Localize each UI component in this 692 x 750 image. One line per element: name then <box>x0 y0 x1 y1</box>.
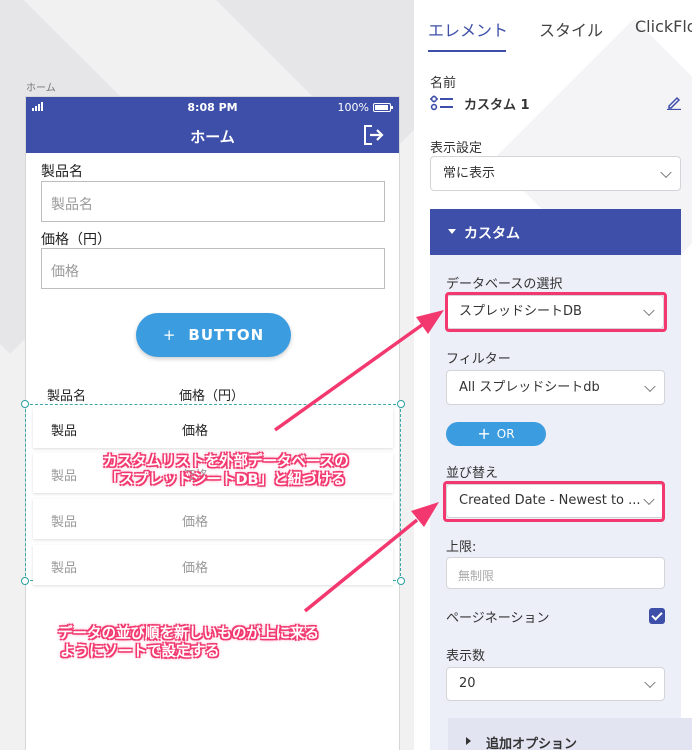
cell-price: 価格 <box>182 424 209 439</box>
element-name: カスタム 1 <box>430 94 530 113</box>
custom-section-title: カスタム <box>464 226 520 242</box>
plus-icon: + <box>162 326 177 344</box>
resize-handle[interactable] <box>397 577 405 585</box>
add-or-filter-button[interactable]: + OR <box>446 422 546 446</box>
tab-clickflow[interactable]: ClickFlo <box>635 17 692 36</box>
active-tab-indicator <box>428 50 506 52</box>
highlight-sort-select <box>443 481 665 522</box>
per-page-select[interactable]: 20 <box>446 667 665 701</box>
property-panel: エレメント スタイル ClickFlo 名前 カスタム 1 表示設定 常に表示 … <box>414 0 692 750</box>
collapse-triangle-icon <box>448 229 456 234</box>
app-navbar: ホーム <box>26 117 399 153</box>
extra-options-toggle[interactable]: 追加オプション <box>448 718 692 750</box>
edit-icon[interactable] <box>666 94 682 110</box>
list-icon <box>430 95 453 111</box>
limit-input[interactable]: 無制限 <box>446 557 665 589</box>
visibility-value: 常に表示 <box>443 166 496 181</box>
price-input[interactable]: 価格 <box>41 248 385 289</box>
product-name-input[interactable]: 製品名 <box>41 181 385 222</box>
chevron-down-icon <box>660 166 672 178</box>
list-row[interactable]: 製品 価格 <box>33 545 393 585</box>
callout-line: 「スプレッドシートDB」と紐づける <box>105 472 346 488</box>
product-name-label: 製品名 <box>41 164 83 180</box>
element-name-text: カスタム 1 <box>464 97 530 113</box>
cell-product: 製品 <box>51 469 78 484</box>
callout-database: カスタムリストを外部データベースの 「スプレッドシートDB」と紐づける <box>103 453 349 489</box>
callout-sort: データの並び順を新しいものが上に来る ようにソートで設定する <box>58 625 319 661</box>
name-label: 名前 <box>430 76 457 91</box>
battery-icon <box>373 103 393 112</box>
chevron-down-icon <box>644 676 656 689</box>
status-bar: 8:08 PM 100% <box>26 97 399 117</box>
column-header-price: 価格（円） <box>179 389 245 404</box>
plus-icon: + <box>477 424 491 443</box>
callout-line: データの並び順を新しいものが上に来る <box>58 626 319 642</box>
visibility-select[interactable]: 常に表示 <box>430 156 681 191</box>
nav-title: ホーム <box>190 128 235 146</box>
resize-handle[interactable] <box>21 577 29 585</box>
screen-label: ホーム <box>26 83 56 94</box>
custom-section-header[interactable]: カスタム <box>430 209 681 255</box>
cell-price: 価格 <box>182 561 209 576</box>
highlight-database-select <box>445 292 667 332</box>
per-page-value: 20 <box>459 676 476 691</box>
filter-select[interactable]: All スプレッドシートdb <box>446 370 665 405</box>
resize-handle[interactable] <box>21 400 29 408</box>
list-row[interactable]: 製品 価格 <box>33 499 393 539</box>
list-row[interactable]: 製品 価格 <box>33 408 393 448</box>
or-button-label: OR <box>496 427 515 441</box>
callout-line: カスタムリストを外部データベースの <box>103 454 349 470</box>
sort-label: 並び替え <box>446 466 499 481</box>
tab-style[interactable]: スタイル <box>539 17 603 41</box>
custom-list[interactable]: 製品 価格 製品 価格 製品 価格 製品 価格 <box>21 400 405 585</box>
filter-value: All スプレッドシートdb <box>459 380 600 395</box>
pagination-label: ページネーション <box>446 611 550 626</box>
cell-price: 価格 <box>182 515 209 530</box>
price-label: 価格（円） <box>41 232 111 248</box>
add-button-label: BUTTON <box>188 326 265 344</box>
pagination-checkbox[interactable] <box>649 608 665 624</box>
panel-tabs: エレメント スタイル ClickFlo <box>414 0 692 54</box>
callout-line: ようにソートで設定する <box>60 644 220 660</box>
cell-product: 製品 <box>51 515 78 530</box>
logout-icon[interactable] <box>363 125 385 145</box>
limit-label: 上限: <box>446 540 477 555</box>
expand-triangle-icon <box>466 737 471 745</box>
visibility-label: 表示設定 <box>430 141 483 156</box>
tab-element[interactable]: エレメント <box>428 17 508 41</box>
battery-percent: 100% <box>337 101 369 114</box>
add-button[interactable]: + BUTTON <box>136 313 291 357</box>
resize-handle[interactable] <box>397 400 405 408</box>
filter-label: フィルター <box>446 352 511 367</box>
extra-options-label: 追加オプション <box>486 737 578 750</box>
cell-product: 製品 <box>51 424 78 439</box>
per-page-label: 表示数 <box>446 649 486 664</box>
chevron-down-icon <box>644 380 656 392</box>
cell-product: 製品 <box>51 561 78 576</box>
database-label: データベースの選択 <box>446 277 563 292</box>
column-header-product: 製品名 <box>47 389 87 404</box>
